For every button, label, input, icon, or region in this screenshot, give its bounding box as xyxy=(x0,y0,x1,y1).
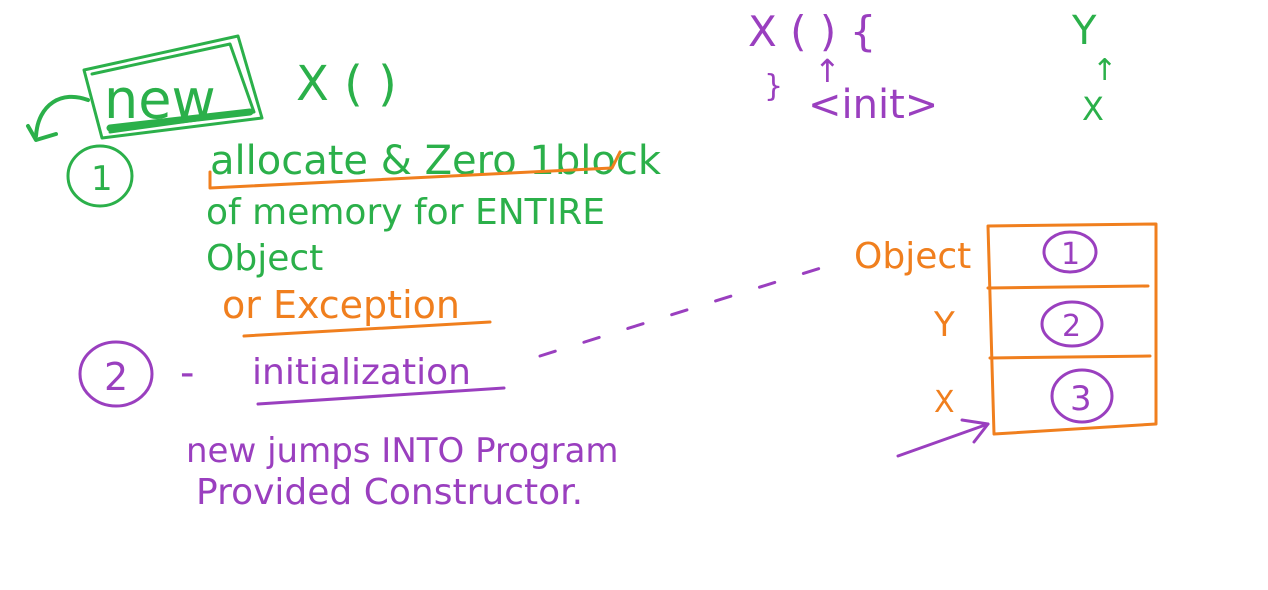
step1-alt: or Exception xyxy=(222,283,460,327)
cell-1-badge: 1 xyxy=(1042,230,1098,274)
step2-group: 2 - initialization new jumps INTO Progra… xyxy=(78,260,990,513)
step2-line2: Provided Constructor. xyxy=(196,472,583,513)
step2-line1: new jumps INTO Program xyxy=(186,431,619,471)
step2-dash: - xyxy=(180,350,194,396)
object-box-divider-2 xyxy=(988,354,1152,360)
signature-line1: X ( ) { xyxy=(748,7,876,56)
step2-number-badge: 2 xyxy=(78,340,154,408)
step2-label: initialization xyxy=(252,352,471,393)
cell-2-badge: 2 xyxy=(1040,300,1104,348)
constructor-signature: X ( ) { } ↑ <init> xyxy=(748,7,938,128)
step1-group: new 1 X ( ) allocate & Zero 1block of me… xyxy=(26,34,662,338)
init-to-object-dashed-line xyxy=(538,260,842,358)
constructor-call: X ( ) xyxy=(296,56,397,112)
signature-close-brace: } xyxy=(764,69,783,104)
curved-arrow-icon xyxy=(26,94,90,142)
hierarchy-top: Y xyxy=(1071,8,1097,54)
init-label: <init> xyxy=(808,82,938,128)
row-label-y: Y xyxy=(933,305,955,345)
object-label: Object xyxy=(854,236,971,277)
step1-line2: of memory for ENTIRE xyxy=(206,192,605,233)
step1-number: 1 xyxy=(91,159,113,199)
class-hierarchy: Y ↑ X xyxy=(1071,8,1117,128)
step2-number: 2 xyxy=(104,355,128,399)
hierarchy-bottom: X xyxy=(1082,90,1104,128)
cell-1-number: 1 xyxy=(1061,237,1080,272)
cell-3-badge: 3 xyxy=(1050,368,1114,424)
row-label-x: X xyxy=(934,385,955,420)
step1-line3: Object xyxy=(206,238,323,279)
pointer-arrow-icon xyxy=(896,418,990,458)
object-memory-box: Object Y X 1 2 3 xyxy=(854,222,1158,436)
new-keyword: new xyxy=(104,68,216,131)
object-box-divider-1 xyxy=(986,284,1150,290)
whiteboard-canvas: new 1 X ( ) allocate & Zero 1block of me… xyxy=(26,7,1158,513)
step1-number-badge: 1 xyxy=(66,144,134,208)
cell-2-number: 2 xyxy=(1062,309,1081,344)
cell-3-number: 3 xyxy=(1070,379,1092,419)
hierarchy-arrow-icon: ↑ xyxy=(1092,53,1117,88)
